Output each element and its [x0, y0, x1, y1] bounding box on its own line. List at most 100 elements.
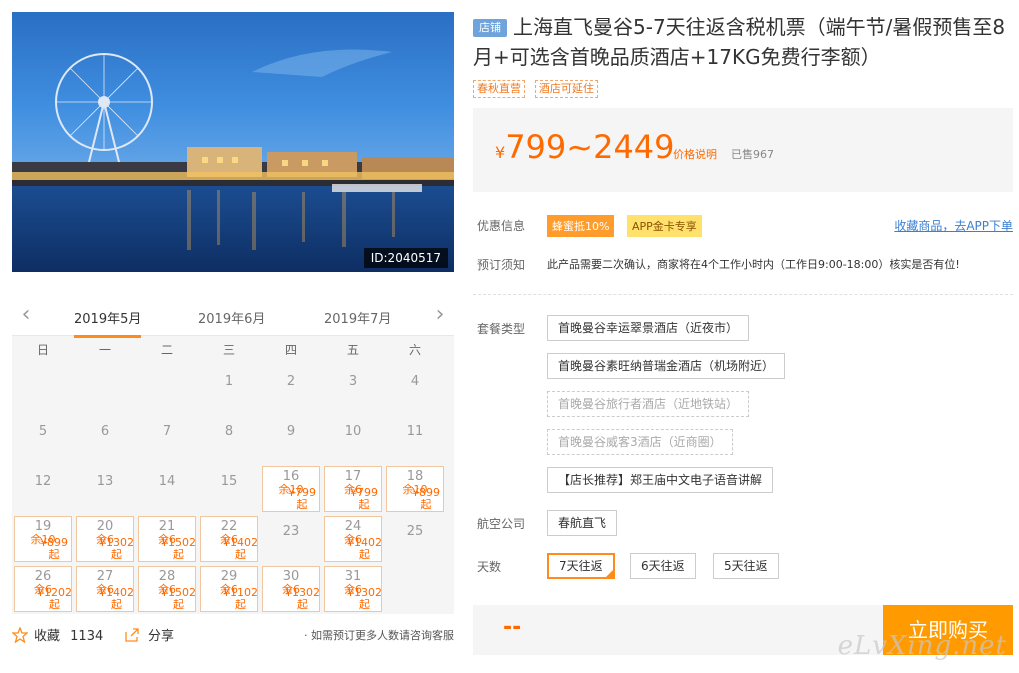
favorite-label: 收藏: [34, 629, 61, 644]
photo-scene: [12, 12, 454, 272]
favorite-button[interactable]: 收藏 1134: [11, 625, 104, 644]
package-option[interactable]: 首晚曼谷幸运翠景酒店（近夜市）: [547, 315, 750, 341]
days-option-6[interactable]: 6天往返: [630, 553, 696, 579]
package-option[interactable]: 首晚曼谷素旺纳普瑞金酒店（机场附近）: [547, 353, 786, 379]
day-number: 23: [282, 524, 300, 539]
calendar-day-available[interactable]: 24 ¥1402起 余6: [324, 516, 382, 562]
calendar-blank-cell: [74, 364, 136, 414]
days-label: 天数: [477, 560, 502, 574]
day-number: 13: [96, 474, 114, 489]
days-option-7[interactable]: 7天往返: [547, 553, 615, 579]
days-option-5[interactable]: 5天往返: [713, 553, 779, 579]
notice-text: 此产品需要二次确认，商家将在4个工作小时内（工作日9:00-18:00）核实是否…: [547, 258, 960, 271]
calendar-day: 12: [12, 464, 74, 514]
sold-count: 已售967: [731, 148, 774, 161]
share-label: 分享: [148, 629, 175, 644]
day-number: 26: [34, 569, 52, 584]
weekday-label: 四: [284, 343, 297, 357]
calendar-day-available[interactable]: 26 ¥1202起 余6: [14, 566, 72, 612]
shop-badge: 店铺: [473, 19, 507, 37]
price-box: ¥799~2449 价格说明 已售967: [473, 108, 1013, 192]
prev-month-arrow-icon[interactable]: ‹: [14, 304, 38, 328]
calendar-day-available[interactable]: 18 ¥899起 余10: [386, 466, 444, 512]
day-number: 6: [100, 424, 110, 439]
favorite-count: 1134: [70, 629, 104, 644]
next-month-arrow-icon[interactable]: ›: [428, 304, 452, 328]
day-number: 4: [410, 374, 420, 389]
calendar-days-grid: 1 2 3 4 5 6 7 8 9 10 11 12 13 14 15 16 ¥799起 余10 17 ¥799起 余6…: [12, 364, 454, 614]
day-number: 1: [224, 374, 234, 389]
calendar-day-available[interactable]: 22 ¥1402起 余6: [200, 516, 258, 562]
calendar-day-available[interactable]: 21 ¥1502起 余6: [138, 516, 196, 562]
product-photo: ID:2040517: [12, 12, 454, 272]
package-option-disabled: 首晚曼谷旅行者酒店（近地铁站）: [547, 391, 750, 417]
day-price: ¥899起: [40, 536, 68, 561]
weekday-label: 六: [408, 343, 421, 357]
weekday-label: 日: [36, 343, 49, 357]
calendar-day-available[interactable]: 31 ¥1302起 余6: [324, 566, 382, 612]
calendar-day-available[interactable]: 17 ¥799起 余6: [324, 466, 382, 512]
day-number: 28: [158, 569, 176, 584]
calendar-day-available[interactable]: 28 ¥1502起 余6: [138, 566, 196, 612]
day-number: 7: [162, 424, 172, 439]
day-price: ¥899起: [412, 486, 440, 511]
tag-direct: 春秋直营: [473, 80, 525, 98]
day-number: 8: [224, 424, 234, 439]
day-price: ¥1402起: [223, 536, 258, 561]
calendar-day-available[interactable]: 29 ¥1102起 余6: [200, 566, 258, 612]
day-number: 25: [406, 524, 424, 539]
day-price: ¥799起: [288, 486, 316, 511]
calendar-day-available[interactable]: 20 ¥1302起 余6: [76, 516, 134, 562]
calendar-day: 11: [384, 414, 446, 464]
calendar-header: ‹ 2019年5月 2019年6月 2019年7月 ›: [12, 300, 454, 338]
calendar-day: 10: [322, 414, 384, 464]
day-number: 22: [220, 519, 238, 534]
promo-label: 优惠信息: [477, 219, 526, 233]
calendar-day-available[interactable]: 16 ¥799起 余10: [262, 466, 320, 512]
day-number: 29: [220, 569, 238, 584]
share-icon: [125, 628, 139, 642]
consult-note: · 如需预订更多人数请咨询客服: [304, 629, 454, 642]
share-button[interactable]: 分享: [124, 625, 174, 644]
day-price: ¥1302起: [99, 536, 134, 561]
day-price: ¥1302起: [285, 586, 320, 611]
calendar-day: 5: [12, 414, 74, 464]
price-note-link[interactable]: 价格说明: [673, 146, 717, 162]
calendar-day-available[interactable]: 27 ¥1402起 余6: [76, 566, 134, 612]
day-number: 5: [38, 424, 48, 439]
airline-option[interactable]: 春航直飞: [547, 510, 618, 536]
notice-label: 预订须知: [477, 258, 526, 272]
photo-footer: 收藏 1134 分享 · 如需预订更多人数请咨询客服: [11, 625, 454, 647]
product-info: 店铺 上海直飞曼谷5-7天往返含税机票（端午节/暑假预售至8月+可选含首晚品质酒店…: [473, 12, 1013, 655]
site-watermark: eLvXing.net: [837, 631, 1007, 661]
month-tab-june[interactable]: 2019年6月: [198, 308, 265, 335]
calendar-day-available[interactable]: 30 ¥1302起 余6: [262, 566, 320, 612]
calendar-day: 13: [74, 464, 136, 514]
day-number: 9: [286, 424, 296, 439]
weekday-label: 二: [160, 343, 173, 357]
day-number: 3: [348, 374, 358, 389]
calendar-day: 3: [322, 364, 384, 414]
calendar-day-available[interactable]: 19 ¥899起 余10: [14, 516, 72, 562]
day-price: ¥1502起: [161, 586, 196, 611]
weekday-label: 五: [346, 343, 359, 357]
month-tab-may[interactable]: 2019年5月: [74, 308, 142, 338]
day-price: ¥1402起: [99, 586, 134, 611]
day-number: 14: [158, 474, 176, 489]
date-calendar: ‹ 2019年5月 2019年6月 2019年7月 › 日 一 二 三 四 五 …: [12, 300, 454, 614]
package-option[interactable]: 【店长推荐】郑王庙中文电子语音讲解: [547, 467, 774, 493]
day-price: ¥799起: [350, 486, 378, 511]
calendar-day: 23: [260, 514, 322, 564]
day-number: 30: [282, 569, 300, 584]
calendar-day: 25: [384, 514, 446, 564]
day-price: ¥1202起: [37, 586, 72, 611]
calendar-day: 2: [260, 364, 322, 414]
calendar-day: 9: [260, 414, 322, 464]
day-price: ¥1302起: [347, 586, 382, 611]
star-icon: [11, 626, 29, 644]
month-tab-july[interactable]: 2019年7月: [324, 308, 391, 335]
package-option-disabled: 首晚曼谷威客3酒店（近商圈）: [547, 429, 733, 455]
price-currency: ¥: [495, 143, 506, 162]
day-number: 12: [34, 474, 52, 489]
app-order-link[interactable]: 收藏商品，去APP下单: [894, 217, 1013, 234]
